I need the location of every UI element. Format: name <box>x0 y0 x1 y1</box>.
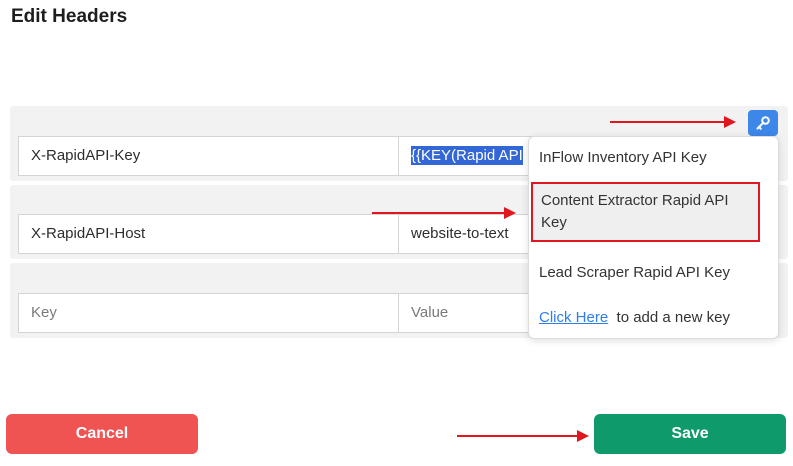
header-key-field[interactable]: X-RapidAPI-Host <box>18 214 399 254</box>
edit-headers-dialog: Edit Headers X-RapidAPI-Key {{KEY(Rapid … <box>0 0 793 466</box>
annotation-arrow <box>372 207 516 219</box>
insert-key-button[interactable] <box>748 110 778 136</box>
new-header-key-input[interactable]: Key <box>18 293 399 333</box>
add-key-text: to add a new key <box>616 309 730 326</box>
cancel-button[interactable]: Cancel <box>6 414 198 454</box>
page-title: Edit Headers <box>11 6 128 27</box>
click-here-link[interactable]: Click Here <box>539 309 608 326</box>
key-icon <box>756 116 770 130</box>
annotation-arrow <box>610 116 736 128</box>
annotation-arrow <box>457 430 589 442</box>
add-key-footer: Click Here to add a new key <box>539 307 730 329</box>
save-button[interactable]: Save <box>594 414 786 454</box>
selected-value-text: {{KEY(Rapid API <box>411 146 523 165</box>
dropdown-item-inflow-inventory-api-key[interactable]: InFlow Inventory API Key <box>529 147 778 169</box>
dropdown-item-lead-scraper-rapid-api-key[interactable]: Lead Scraper Rapid API Key <box>529 262 778 284</box>
key-dropdown-menu: InFlow Inventory API Key Content Extract… <box>528 136 779 339</box>
dropdown-item-content-extractor-rapid-api-key[interactable]: Content Extractor Rapid API Key <box>531 182 760 242</box>
header-key-field[interactable]: X-RapidAPI-Key <box>18 136 399 176</box>
